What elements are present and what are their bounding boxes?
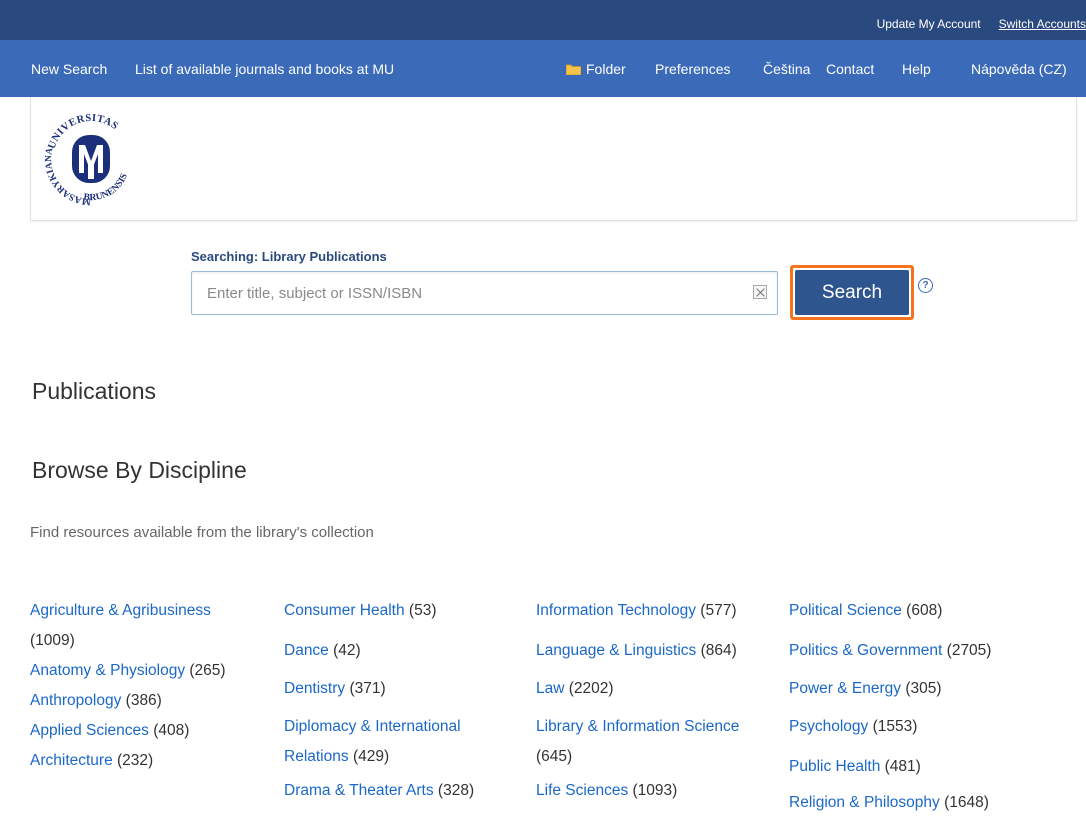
discipline-count: (305) <box>905 680 942 697</box>
discipline-link[interactable]: Consumer Health <box>284 602 405 619</box>
discipline-item: Law (2202) <box>536 674 739 704</box>
main-nav: New Search List of available journals an… <box>0 40 1086 97</box>
discipline-link[interactable]: Applied Sciences <box>30 722 149 739</box>
discipline-column-1: Agriculture & Agribusiness (1009) Anatom… <box>30 596 226 776</box>
discipline-link[interactable]: Architecture <box>30 752 113 769</box>
discipline-link[interactable]: Relations <box>284 748 349 765</box>
discipline-item: Information Technology (577) <box>536 596 739 626</box>
account-bar: Update My Account Switch Accounts <box>0 0 1086 40</box>
discipline-count: (481) <box>884 758 921 775</box>
discipline-count: (2705) <box>946 642 992 659</box>
nav-folder[interactable]: Folder <box>566 61 626 77</box>
discipline-link[interactable]: Public Health <box>789 758 880 775</box>
discipline-count: (577) <box>700 602 737 619</box>
discipline-item: Anatomy & Physiology (265) <box>30 656 226 686</box>
discipline-link[interactable]: Language & Linguistics <box>536 642 696 659</box>
nav-journals-list[interactable]: List of available journals and books at … <box>135 61 394 77</box>
switch-accounts-link[interactable]: Switch Accounts <box>999 17 1086 31</box>
account-links: Update My Account Switch Accounts <box>877 17 1086 31</box>
discipline-item: Library & Information Science <box>536 712 739 742</box>
discipline-item: Applied Sciences (408) <box>30 716 226 746</box>
browse-intro-text: Find resources available from the librar… <box>30 524 374 541</box>
discipline-link[interactable]: Anatomy & Physiology <box>30 662 185 679</box>
nav-folder-label: Folder <box>586 61 626 77</box>
discipline-count: (1093) <box>632 782 678 799</box>
discipline-item: Dance (42) <box>284 636 474 666</box>
discipline-item: Religion & Philosophy (1648) <box>789 788 991 818</box>
clear-search-icon[interactable] <box>753 285 767 299</box>
nav-language[interactable]: Čeština <box>763 61 810 77</box>
discipline-column-2: Consumer Health (53) Dance (42) Dentistr… <box>284 596 474 806</box>
discipline-link[interactable]: Dentistry <box>284 680 345 697</box>
search-button[interactable]: Search <box>795 270 909 315</box>
discipline-count: (386) <box>125 692 162 709</box>
discipline-link[interactable]: Anthropology <box>30 692 121 709</box>
discipline-item: Politics & Government (2705) <box>789 636 991 666</box>
discipline-count: (1009) <box>30 632 75 649</box>
nav-new-search[interactable]: New Search <box>31 61 107 77</box>
discipline-link[interactable]: Library & Information Science <box>536 718 739 735</box>
discipline-count: (53) <box>408 602 437 619</box>
discipline-item: Diplomacy & International <box>284 712 474 742</box>
search-input[interactable] <box>191 271 778 315</box>
discipline-item: (1009) <box>30 626 226 656</box>
discipline-link[interactable]: Diplomacy & International <box>284 718 461 735</box>
discipline-link[interactable]: Agriculture & Agribusiness <box>30 602 211 619</box>
discipline-link[interactable]: Politics & Government <box>789 642 942 659</box>
discipline-item: Public Health (481) <box>789 752 991 782</box>
discipline-item: Architecture (232) <box>30 746 226 776</box>
discipline-count: (1553) <box>872 718 918 735</box>
branding-panel: UNIVERSITAS MASARYKIANA BRUNENSIS <box>30 97 1077 221</box>
nav-help[interactable]: Help <box>902 61 931 77</box>
discipline-item: Language & Linguistics (864) <box>536 636 739 666</box>
discipline-count: (408) <box>153 722 190 739</box>
discipline-item: Political Science (608) <box>789 596 991 626</box>
discipline-item: Anthropology (386) <box>30 686 226 716</box>
discipline-item: Consumer Health (53) <box>284 596 474 626</box>
discipline-link[interactable]: Power & Energy <box>789 680 901 697</box>
browse-heading: Browse By Discipline <box>32 457 247 483</box>
university-logo: UNIVERSITAS MASARYKIANA BRUNENSIS <box>44 113 130 206</box>
discipline-count: (429) <box>352 748 390 765</box>
discipline-count: (1648) <box>944 794 989 811</box>
discipline-item: (645) <box>536 742 739 772</box>
discipline-item: Agriculture & Agribusiness <box>30 596 226 626</box>
nav-contact[interactable]: Contact <box>826 61 874 77</box>
discipline-count: (232) <box>117 752 154 769</box>
discipline-item: Dentistry (371) <box>284 674 474 704</box>
discipline-link[interactable]: Drama & Theater Arts <box>284 782 434 799</box>
folder-icon <box>566 64 581 75</box>
discipline-item: Drama & Theater Arts (328) <box>284 776 474 806</box>
discipline-link[interactable]: Life Sciences <box>536 782 628 799</box>
discipline-count: (42) <box>333 642 361 659</box>
discipline-count: (608) <box>906 602 943 619</box>
discipline-link[interactable]: Information Technology <box>536 602 696 619</box>
discipline-count: (371) <box>349 680 386 697</box>
discipline-link[interactable]: Law <box>536 680 564 697</box>
discipline-count: (645) <box>536 748 573 765</box>
discipline-column-4: Political Science (608) Politics & Gover… <box>789 596 991 818</box>
discipline-link[interactable]: Dance <box>284 642 329 659</box>
discipline-item: Psychology (1553) <box>789 712 991 742</box>
discipline-count: (864) <box>700 642 737 659</box>
update-account-link[interactable]: Update My Account <box>877 17 981 31</box>
search-help-icon[interactable]: ? <box>918 278 933 293</box>
discipline-link[interactable]: Political Science <box>789 602 902 619</box>
discipline-count: (265) <box>189 662 226 679</box>
discipline-count: (2202) <box>568 680 614 697</box>
discipline-item: Power & Energy (305) <box>789 674 991 704</box>
discipline-column-3: Information Technology (577) Language & … <box>536 596 739 806</box>
nav-help-cz[interactable]: Nápověda (CZ) <box>971 61 1067 77</box>
publications-heading: Publications <box>32 378 157 404</box>
nav-preferences[interactable]: Preferences <box>655 61 730 77</box>
discipline-count: (328) <box>437 782 475 799</box>
discipline-item: Relations (429) <box>284 742 474 772</box>
discipline-item: Life Sciences (1093) <box>536 776 739 806</box>
discipline-link[interactable]: Psychology <box>789 718 868 735</box>
discipline-link[interactable]: Religion & Philosophy <box>789 794 940 811</box>
search-scope-label: Searching: Library Publications <box>191 249 387 264</box>
